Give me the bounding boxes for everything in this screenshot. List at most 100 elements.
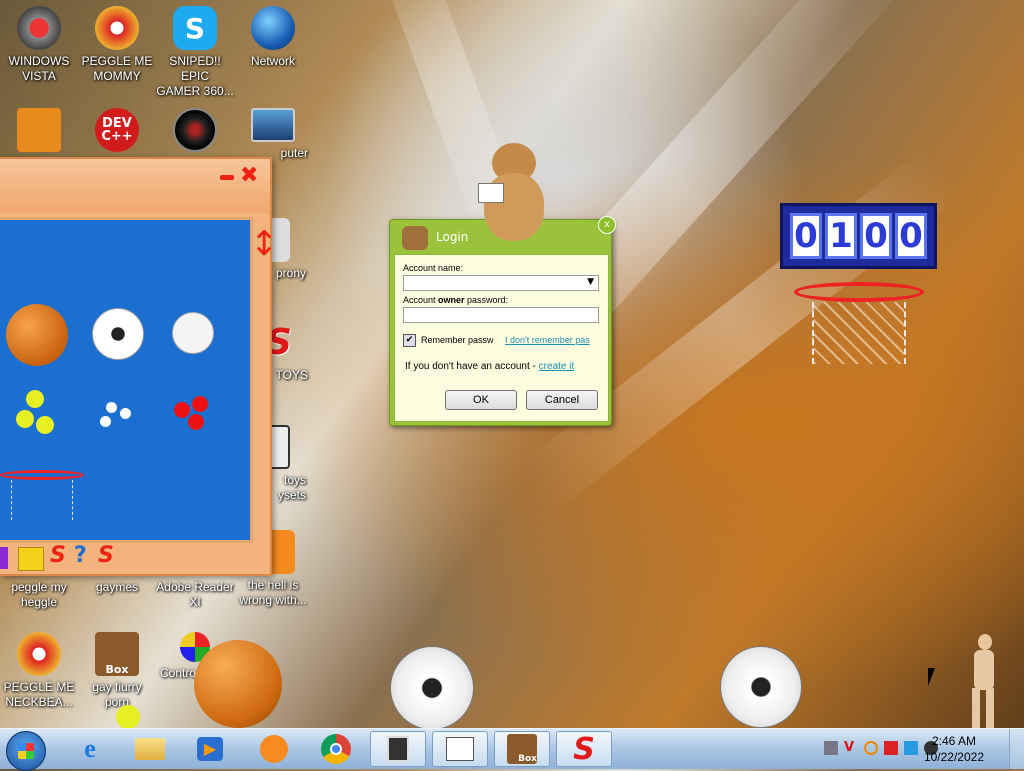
basketball-hoop: [794, 282, 924, 368]
desktop-icon-z-blocks[interactable]: [0, 108, 78, 156]
ok-button[interactable]: OK: [445, 390, 517, 410]
soccer-ball: [390, 646, 474, 730]
desktop-icon-label: PEGGLE ME MOMMY: [81, 54, 153, 83]
taskbar-ie[interactable]: e: [62, 731, 118, 767]
devcpp-icon: DEV C++: [95, 108, 139, 152]
baseball-icon[interactable]: [172, 312, 214, 354]
account-name-dropdown[interactable]: ▼: [403, 275, 599, 291]
tennis-ball: [116, 705, 140, 729]
mouse-cursor-icon: [928, 668, 935, 686]
clock[interactable]: 2:46 AM 10/22/2022: [924, 733, 984, 765]
resize-arrow-icon[interactable]: ↕: [250, 219, 279, 269]
taskbar-window[interactable]: [432, 731, 488, 767]
no-account-text: If you don't have an account -: [405, 361, 539, 372]
password-label: Account owner password:: [403, 295, 508, 305]
red-balls-icon[interactable]: [172, 396, 216, 436]
remember-label: Remember passw: [421, 335, 494, 345]
peggle-logo-icon: [17, 632, 61, 676]
desktop-icon-network[interactable]: Network: [234, 6, 312, 69]
password-input[interactable]: [403, 307, 599, 323]
desktop-icon-label: peggle my heggle: [11, 580, 67, 609]
scoreboard: 0 1 0 0: [780, 203, 937, 269]
skype-icon: S: [173, 6, 217, 50]
media-player-icon: ▶: [197, 737, 223, 761]
clock-time: 2:46 AM: [931, 734, 976, 748]
help-question-icon[interactable]: ?: [74, 543, 87, 568]
show-desktop-button[interactable]: [1009, 729, 1024, 769]
tray-search-icon[interactable]: [864, 741, 878, 755]
score-digit: 0: [860, 213, 892, 259]
internet-explorer-icon: e: [84, 734, 96, 763]
remember-checkbox[interactable]: ✔: [403, 334, 416, 347]
tray-v-icon[interactable]: V: [844, 741, 858, 755]
basketball-hoop-icon[interactable]: [0, 470, 84, 526]
taskbar-gadget[interactable]: [370, 731, 426, 767]
tray-display-icon[interactable]: [904, 741, 918, 755]
login-body: Account name: ▼ Account owner password: …: [394, 254, 609, 422]
desktop-icon-dev-cpp[interactable]: DEV C++: [78, 108, 156, 156]
ball-gadget-window[interactable]: ✖ ↕ S ? S: [0, 157, 279, 576]
desktop-icon-windows-vista[interactable]: WINDOWS VISTA: [0, 6, 78, 84]
soccer-ball-icon[interactable]: [92, 308, 144, 360]
account-name-label: Account name:: [403, 263, 464, 273]
desktop-icon-label: PEGGLE ME NECKBEA...: [3, 680, 75, 709]
desktop-icon-dark-app[interactable]: [156, 108, 234, 156]
orange-blocks-icon: [17, 108, 61, 152]
desktop-icon-peggle-neckbeard[interactable]: PEGGLE ME NECKBEA...: [0, 632, 78, 710]
password-label-pre: Account: [403, 295, 439, 305]
desktop-icon-label: Network: [250, 54, 295, 68]
taskbar-uc-browser[interactable]: [246, 731, 302, 767]
taskbar-s-app[interactable]: S: [556, 731, 612, 767]
windows-logo-icon: [18, 743, 34, 759]
no-account-row: If you don't have an account - create it: [405, 361, 574, 372]
start-button[interactable]: [6, 731, 46, 771]
taskbar-hamster-box[interactable]: Box: [494, 731, 550, 767]
yellow-square-icon[interactable]: [18, 547, 44, 571]
desktop-icon-sniped[interactable]: S SNIPED!! EPIC GAMER 360...: [156, 6, 234, 99]
desktop-icon-adobe-reader[interactable]: Adobe Reader XI: [156, 580, 234, 610]
folder-icon: [135, 738, 165, 760]
cancel-button[interactable]: Cancel: [526, 390, 598, 410]
chevron-down-icon[interactable]: ▼: [587, 277, 594, 287]
desktop-dancer-figure: [966, 634, 1002, 728]
desktop-icon-gaymes[interactable]: gaymes: [78, 580, 156, 595]
taskbar-explorer[interactable]: [122, 731, 178, 767]
desktop-icon-label: SNIPED!! EPIC GAMER 360...: [156, 54, 234, 98]
password-label-bold: owner: [438, 295, 465, 305]
desktop-icon-label: the hell is wrong with...: [239, 578, 307, 607]
purple-arrow-icon[interactable]: [0, 547, 8, 569]
create-account-link[interactable]: create it: [539, 361, 575, 372]
login-dialog[interactable]: Login x Account name: ▼ Account owner pa…: [389, 216, 616, 426]
tray-flag-icon[interactable]: [884, 741, 898, 755]
basketball-icon[interactable]: [6, 304, 68, 366]
score-digit: 0: [790, 213, 822, 259]
gadget-toolbar: S ? S: [0, 541, 270, 574]
close-icon[interactable]: x: [598, 216, 616, 234]
taskbar-chrome[interactable]: [308, 731, 364, 767]
system-tray: V: [824, 741, 938, 755]
red-s-logo-icon: S: [573, 731, 595, 767]
hamster-icon: [402, 226, 428, 250]
taskbar-media-player[interactable]: ▶: [182, 731, 238, 767]
tennis-balls-icon[interactable]: [16, 390, 60, 440]
peggle-logo-icon: [95, 6, 139, 50]
login-title: Login: [436, 230, 469, 244]
computer-monitor-icon: [251, 108, 295, 142]
desktop-icon-peggle-me-mommy[interactable]: PEGGLE ME MOMMY: [78, 6, 156, 84]
network-globe-icon: [251, 6, 295, 50]
red-s-icon[interactable]: S: [98, 543, 114, 568]
minimize-icon[interactable]: [220, 175, 234, 180]
clock-date: 10/22/2022: [923, 750, 984, 764]
desktop-icon-hamster-box[interactable]: Box gay fiurry porn: [78, 632, 156, 710]
forgot-password-link[interactable]: I don't remember pas: [505, 335, 603, 345]
red-s-icon[interactable]: S: [50, 543, 66, 568]
tray-app-icon[interactable]: [824, 741, 838, 755]
taskbar: e ▶ Box S V 2:46 AM 10/22/2022: [0, 728, 1024, 771]
dark-circle-app-icon: [173, 108, 217, 152]
window-preview-icon: [446, 737, 474, 761]
desktop-icon-computer[interactable]: puter: [234, 108, 312, 161]
small-white-balls-icon[interactable]: [98, 402, 138, 432]
desktop-icon-peggle-my-heggle[interactable]: peggle my heggle: [0, 580, 78, 610]
hamster-box-icon: Box: [95, 632, 139, 676]
close-icon[interactable]: ✖: [240, 163, 258, 188]
